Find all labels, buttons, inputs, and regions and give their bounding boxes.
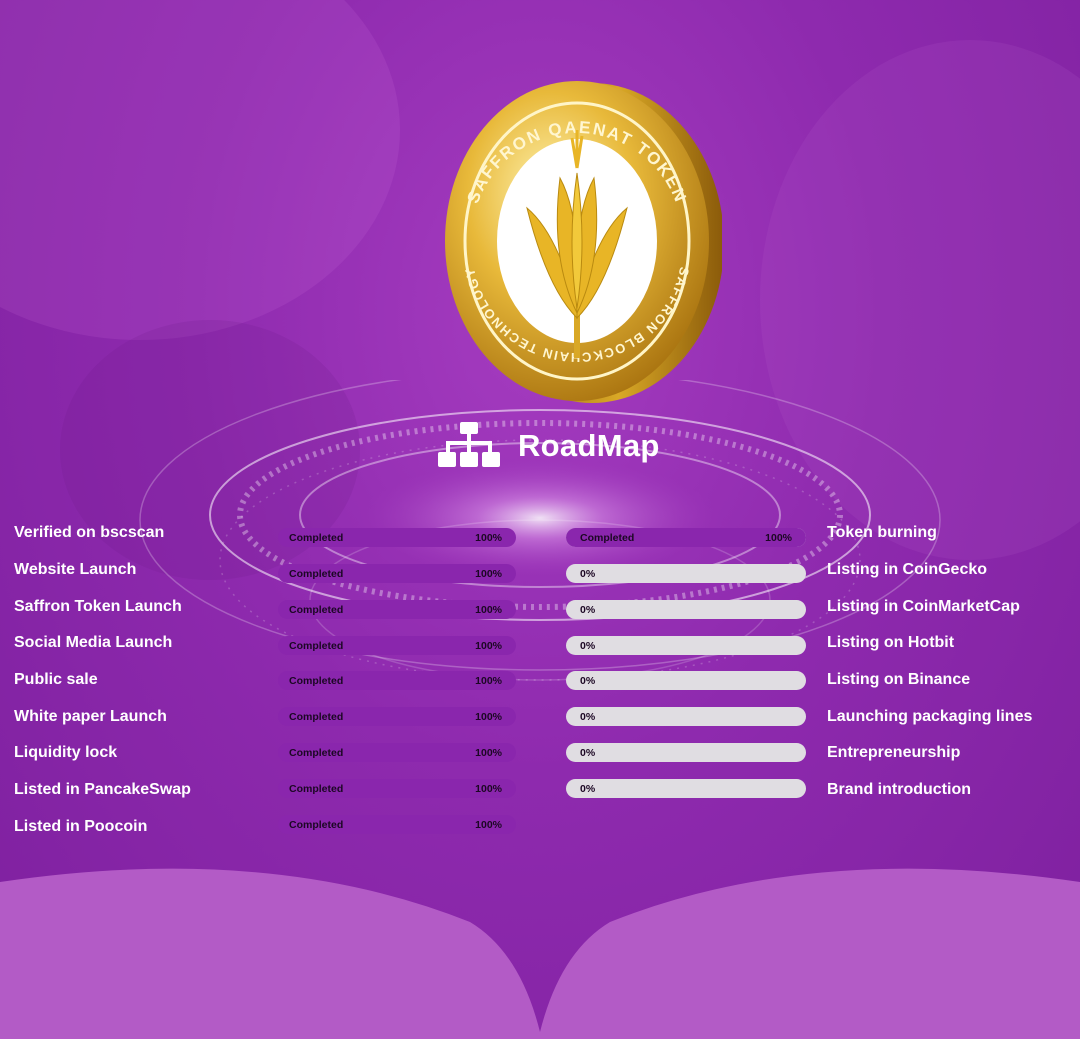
progress-status: Completed (289, 604, 344, 616)
milestone-label: Listing in CoinGecko (827, 561, 988, 578)
milestone-label: Launching packaging lines (827, 708, 1033, 725)
progress-percent: 100% (475, 568, 502, 580)
milestone-label: Website Launch (14, 561, 137, 578)
progress-status: Completed (289, 819, 344, 831)
progress-percent: 0% (580, 747, 596, 759)
progress-percent: 0% (580, 568, 596, 580)
progress-percent: 0% (580, 783, 596, 795)
milestone-label: Listing on Binance (827, 671, 971, 688)
milestone-label: Brand introduction (827, 781, 971, 798)
progress-status: Completed (289, 532, 344, 544)
progress-percent: 0% (580, 675, 596, 687)
milestone-label: White paper Launch (14, 708, 167, 725)
progress-bar: 0% (566, 564, 806, 583)
progress-bar: 0% (566, 779, 806, 798)
progress-percent: 100% (765, 532, 792, 544)
milestone-label: Entrepreneurship (827, 744, 961, 761)
background-decoration (0, 0, 400, 340)
progress-status: Completed (289, 747, 344, 759)
progress-bar: Completed 100% (278, 600, 516, 619)
roadmap-heading: RoadMap (438, 420, 660, 472)
progress-status: Completed (580, 532, 635, 544)
milestone-label: Saffron Token Launch (14, 598, 182, 615)
milestone-label: Listed in Poocoin (14, 818, 148, 835)
background-decoration (760, 40, 1080, 560)
progress-bar: 0% (566, 707, 806, 726)
progress-percent: 0% (580, 640, 596, 652)
page-title: RoadMap (518, 428, 660, 463)
milestone-label: Listing on Hotbit (827, 634, 955, 651)
progress-bar: Completed 100% (278, 743, 516, 762)
progress-bar: 0% (566, 671, 806, 690)
progress-bar: Completed 100% (278, 636, 516, 655)
progress-status: Completed (289, 640, 344, 652)
milestone-label: Listing in CoinMarketCap (827, 598, 1020, 615)
progress-percent: 0% (580, 711, 596, 723)
progress-bar: Completed 100% (566, 528, 806, 547)
progress-status: Completed (289, 675, 344, 687)
bottom-decorative-band (0, 868, 1080, 1039)
milestone-label: Social Media Launch (14, 634, 173, 651)
progress-bar: Completed 100% (278, 564, 516, 583)
progress-percent: 100% (475, 783, 502, 795)
progress-bar: 0% (566, 600, 806, 619)
progress-percent: 0% (580, 604, 596, 616)
sitemap-icon (438, 422, 500, 467)
progress-status: Completed (289, 711, 344, 723)
progress-bar: 0% (566, 636, 806, 655)
progress-bar: Completed 100% (278, 528, 516, 547)
milestone-label: Listed in PancakeSwap (14, 781, 191, 798)
progress-status: Completed (289, 783, 344, 795)
progress-percent: 100% (475, 604, 502, 616)
progress-status: Completed (289, 568, 344, 580)
progress-percent: 100% (475, 747, 502, 759)
progress-percent: 100% (475, 640, 502, 652)
progress-bar: Completed 100% (278, 779, 516, 798)
progress-bar: Completed 100% (278, 815, 516, 834)
milestone-label: Liquidity lock (14, 744, 118, 761)
milestone-label: Token burning (827, 524, 937, 541)
progress-bar: 0% (566, 743, 806, 762)
progress-percent: 100% (475, 711, 502, 723)
coin-logo: SAFFRON QAENAT TOKEN SAFFRON BLOCKCHAIN … (432, 58, 724, 418)
milestone-label: Public sale (14, 671, 98, 688)
progress-bar: Completed 100% (278, 707, 516, 726)
progress-percent: 100% (475, 819, 502, 831)
progress-percent: 100% (475, 675, 502, 687)
milestone-label: Verified on bscscan (14, 524, 165, 541)
progress-percent: 100% (475, 532, 502, 544)
progress-bar: Completed 100% (278, 671, 516, 690)
